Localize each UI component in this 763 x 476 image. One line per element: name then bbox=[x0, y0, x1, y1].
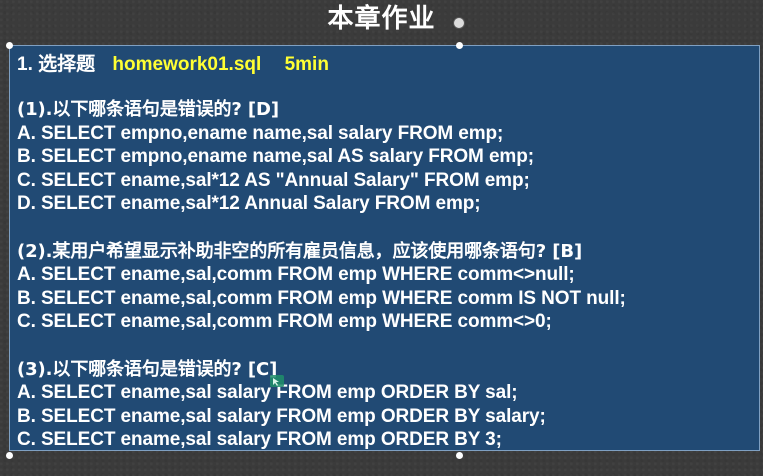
option-line: A. SELECT ename,sal salary FROM emp ORDE… bbox=[17, 382, 518, 403]
resize-handle-icon[interactable] bbox=[6, 42, 13, 49]
option-line: C. SELECT ename,sal salary FROM emp ORDE… bbox=[17, 429, 502, 450]
resize-handle-icon[interactable] bbox=[6, 452, 13, 459]
option-line: A. SELECT ename,sal,comm FROM emp WHERE … bbox=[17, 264, 575, 285]
question-title: (1).以下哪条语句是错误的? [D] bbox=[17, 99, 280, 120]
option-line: C. SELECT ename,sal*12 AS "Annual Salary… bbox=[17, 169, 530, 191]
question-3: (3).以下哪条语句是错误的? [C] A. SELECT ename,sal … bbox=[17, 358, 752, 452]
option-line: A. SELECT empno,ename name,sal salary FR… bbox=[17, 122, 504, 144]
homework-content: 1. 选择题 homework01.sql 5min (1).以下哪条语句是错误… bbox=[17, 52, 752, 476]
slide-title: 本章作业 bbox=[327, 4, 436, 34]
question-1: (1).以下哪条语句是错误的? [D] A. SELECT empno,enam… bbox=[17, 98, 752, 216]
resize-handle-icon[interactable] bbox=[456, 42, 463, 49]
option-line: C. SELECT ename,sal,comm FROM emp WHERE … bbox=[17, 311, 552, 332]
question-title: (2).某用户希望显示补助非空的所有雇员信息，应该使用哪条语句? [B] bbox=[17, 240, 583, 262]
option-line: B. SELECT empno,ename name,sal AS salary… bbox=[17, 146, 534, 167]
cursor-icon bbox=[270, 375, 284, 387]
rotate-handle-icon[interactable] bbox=[453, 17, 465, 29]
question-title: (3).以下哪条语句是错误的? [C] bbox=[17, 358, 278, 380]
option-line: B. SELECT ename,sal salary FROM emp ORDE… bbox=[17, 405, 546, 427]
section-number: 1. 选择题 bbox=[17, 54, 96, 75]
option-line: D. SELECT ename,sal*12 Annual Salary FRO… bbox=[17, 193, 481, 214]
question-2: (2).某用户希望显示补助非空的所有雇员信息，应该使用哪条语句? [B] A. … bbox=[17, 240, 752, 334]
option-line: B. SELECT ename,sal,comm FROM emp WHERE … bbox=[17, 287, 626, 309]
section-file: homework01.sql bbox=[112, 54, 262, 75]
section-time: 5min bbox=[284, 54, 329, 75]
section-heading: 1. 选择题 homework01.sql 5min bbox=[17, 52, 752, 78]
